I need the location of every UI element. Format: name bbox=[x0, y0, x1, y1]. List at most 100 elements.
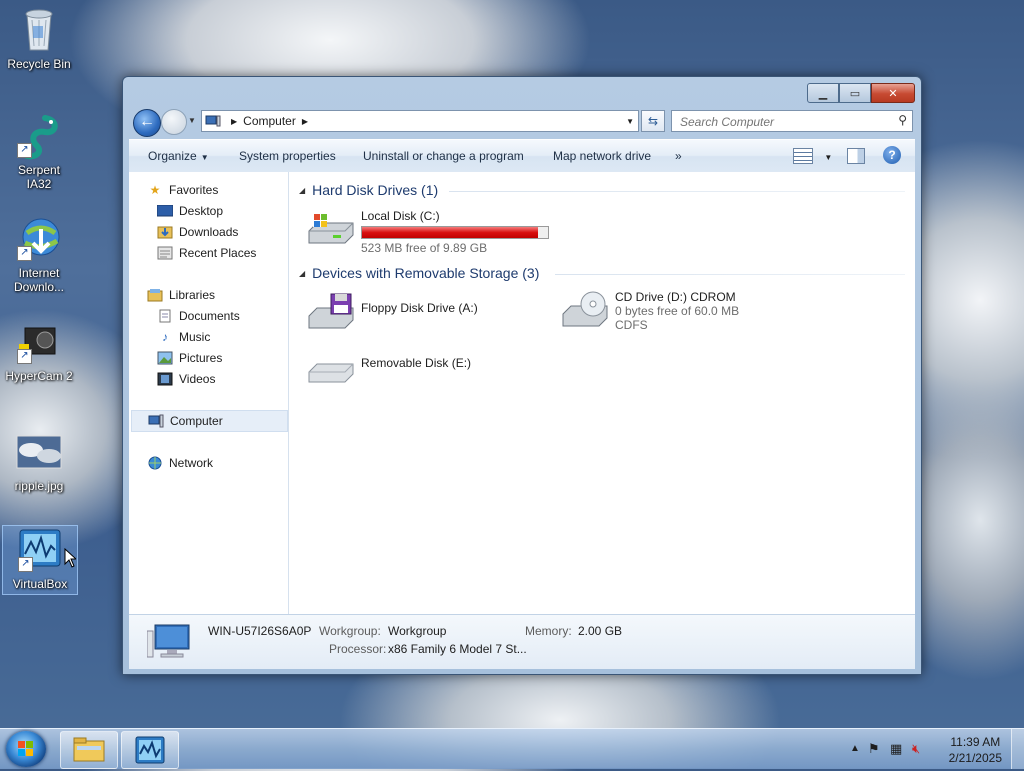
volume-muted-icon[interactable]: 🔇︎ bbox=[912, 741, 920, 757]
memory-value: 2.00 GB bbox=[578, 624, 623, 638]
cd-drive-icon bbox=[561, 290, 609, 330]
system-clock[interactable]: 11:39 AM 2/21/2025 bbox=[949, 734, 1002, 766]
recent-pages-dropdown[interactable]: ▼ bbox=[188, 116, 196, 125]
shortcut-arrow-icon: ↗ bbox=[17, 246, 32, 261]
maximize-icon: ▭ bbox=[849, 87, 861, 100]
search-icon[interactable]: ⚲ bbox=[898, 113, 907, 127]
group-removable-storage[interactable]: ◢ Devices with Removable Storage (3) bbox=[299, 265, 539, 281]
show-hidden-icons-icon[interactable]: ▲ bbox=[850, 743, 860, 754]
drive-cd-d[interactable]: CD Drive (D:) CDROM 0 bytes free of 60.0… bbox=[561, 290, 739, 332]
recent-places-icon bbox=[157, 246, 173, 260]
address-bar[interactable]: ▶ Computer ▶ ▼ bbox=[201, 110, 639, 132]
system-properties-button[interactable]: System properties bbox=[239, 149, 336, 163]
videos-icon bbox=[157, 372, 173, 386]
group-hard-disk-drives[interactable]: ◢ Hard Disk Drives (1) bbox=[299, 182, 438, 198]
back-button[interactable]: ← bbox=[133, 109, 161, 137]
disk-usage-bar bbox=[361, 226, 549, 239]
documents-icon bbox=[157, 309, 173, 323]
taskbar-virtualbox-button[interactable] bbox=[121, 731, 179, 769]
nav-videos[interactable]: Videos bbox=[157, 369, 215, 389]
desktop-icon-hypercam[interactable]: ↗ HyperCam 2 bbox=[4, 318, 74, 383]
serpent-icon: ↗ bbox=[15, 112, 63, 160]
minimize-button[interactable]: ▁ bbox=[807, 83, 839, 103]
taskbar-explorer-button[interactable] bbox=[60, 731, 118, 769]
nav-label: Network bbox=[169, 456, 214, 470]
start-button[interactable] bbox=[6, 731, 46, 767]
nav-music[interactable]: ♪ Music bbox=[157, 327, 210, 347]
workgroup-label: Workgroup: bbox=[319, 624, 381, 638]
collapse-triangle-icon[interactable]: ◢ bbox=[299, 269, 305, 278]
desktop-icon-recycle-bin[interactable]: Recycle Bin bbox=[4, 6, 74, 71]
group-title: Hard Disk Drives (1) bbox=[312, 182, 439, 198]
nav-downloads[interactable]: Downloads bbox=[157, 222, 238, 242]
breadcrumb-separator-icon[interactable]: ▶ bbox=[302, 117, 308, 126]
clock-date: 2/21/2025 bbox=[948, 751, 1002, 765]
notification-area: ▲ ⚑ ▦ 🔇︎ 11:39 AM 2/21/2025 bbox=[834, 729, 1024, 769]
floppy-drive-icon bbox=[307, 292, 355, 332]
virtualbox-icon: ↗ bbox=[16, 526, 64, 574]
drive-name: Floppy Disk Drive (A:) bbox=[361, 301, 478, 315]
desktop-icon-internet-download[interactable]: ↗ Internet Downlo... bbox=[4, 215, 74, 294]
desktop-icon-label: VirtualBox bbox=[12, 577, 68, 591]
desktop-icon-ripple-jpg[interactable]: ripple.jpg bbox=[4, 428, 74, 493]
shortcut-arrow-icon: ↗ bbox=[17, 143, 32, 158]
close-icon: ✕ bbox=[888, 87, 898, 100]
search-input[interactable] bbox=[678, 114, 882, 130]
forward-button[interactable] bbox=[161, 109, 187, 135]
chevron-down-icon: ▼ bbox=[824, 153, 833, 162]
computer-monitor-icon bbox=[146, 623, 193, 661]
disk-usage-fill bbox=[362, 227, 539, 238]
breadcrumb-separator-icon[interactable]: ▶ bbox=[231, 117, 237, 126]
drive-floppy-a[interactable]: Floppy Disk Drive (A:) bbox=[307, 292, 478, 332]
maximize-button[interactable]: ▭ bbox=[839, 83, 871, 103]
nav-label: Desktop bbox=[179, 204, 224, 218]
search-box[interactable]: ⚲ bbox=[671, 110, 913, 132]
drive-local-disk-c[interactable]: Local Disk (C:) 523 MB free of 9.89 GB bbox=[307, 209, 549, 255]
nav-computer[interactable]: Computer bbox=[131, 410, 288, 432]
address-dropdown-icon[interactable]: ▼ bbox=[626, 117, 634, 126]
desktop-folder-icon bbox=[157, 204, 173, 218]
nav-network[interactable]: Network bbox=[147, 453, 213, 473]
group-title: Devices with Removable Storage (3) bbox=[312, 265, 540, 281]
desktop-icon-serpent[interactable]: ↗ Serpent IA32 bbox=[4, 112, 74, 191]
change-view-button[interactable]: ▼ bbox=[793, 148, 832, 167]
pictures-icon bbox=[157, 351, 173, 365]
explorer-window: ▁ ▭ ✕ ← ▼ ▶ Computer ▶ ▼ ⇆ ⚲ Organize▼ S… bbox=[122, 76, 922, 675]
preview-pane-icon bbox=[847, 148, 865, 164]
drive-removable-e[interactable]: Removable Disk (E:) bbox=[307, 350, 471, 390]
refresh-button[interactable]: ⇆ bbox=[641, 110, 665, 132]
libraries-icon bbox=[147, 288, 163, 302]
drive-name: CD Drive (D:) CDROM bbox=[615, 290, 736, 304]
network-status-icon[interactable]: ▦ bbox=[890, 741, 902, 757]
navigation-pane: ★ Favorites Desktop Downloads Recent Plac… bbox=[129, 172, 289, 614]
uninstall-program-button[interactable]: Uninstall or change a program bbox=[363, 149, 524, 163]
show-desktop-button[interactable] bbox=[1011, 729, 1024, 769]
drive-file-system: CDFS bbox=[615, 318, 648, 332]
close-button[interactable]: ✕ bbox=[871, 83, 915, 103]
nav-libraries[interactable]: Libraries bbox=[147, 285, 215, 305]
computer-icon bbox=[205, 115, 221, 127]
collapse-triangle-icon[interactable]: ◢ bbox=[299, 186, 305, 195]
nav-favorites[interactable]: ★ Favorites bbox=[147, 180, 219, 200]
address-row: ← ▼ ▶ Computer ▶ ▼ ⇆ ⚲ bbox=[131, 107, 913, 137]
nav-documents[interactable]: Documents bbox=[157, 306, 240, 326]
windows-logo-icon bbox=[18, 741, 33, 756]
map-network-drive-button[interactable]: Map network drive bbox=[553, 149, 651, 163]
preview-pane-button[interactable] bbox=[847, 148, 865, 167]
organize-button[interactable]: Organize ▼ bbox=[148, 149, 209, 163]
taskbar: ▲ ⚑ ▦ 🔇︎ 11:39 AM 2/21/2025 bbox=[0, 728, 1024, 769]
more-commands-button[interactable]: » bbox=[675, 149, 682, 163]
nav-pictures[interactable]: Pictures bbox=[157, 348, 222, 368]
nav-recent-places[interactable]: Recent Places bbox=[157, 243, 256, 263]
action-center-flag-icon[interactable]: ⚑ bbox=[868, 741, 880, 757]
computer-icon bbox=[148, 414, 164, 428]
nav-label: Recent Places bbox=[179, 246, 257, 260]
shortcut-arrow-icon: ↗ bbox=[17, 349, 32, 364]
nav-desktop[interactable]: Desktop bbox=[157, 201, 223, 221]
shortcut-arrow-icon: ↗ bbox=[18, 557, 33, 572]
removable-disk-icon bbox=[307, 350, 355, 390]
memory-label: Memory: bbox=[525, 624, 572, 638]
internet-download-manager-icon: ↗ bbox=[15, 215, 63, 263]
breadcrumb-computer[interactable]: Computer bbox=[243, 114, 296, 128]
help-button[interactable]: ? bbox=[883, 146, 901, 164]
